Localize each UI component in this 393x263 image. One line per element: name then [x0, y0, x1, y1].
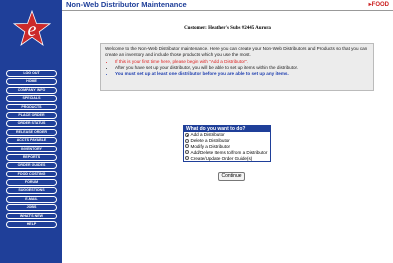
nav-menu: LOG OUT HOME COMPANY INFO SPECIALS PRODU…	[6, 70, 57, 229]
radio-add-delete-items[interactable]	[185, 150, 189, 155]
option-order-guides[interactable]: Create/Update Order Guide(s)	[184, 155, 270, 161]
brand-logo: ▸FOOD	[368, 2, 389, 8]
option-add-delete-items[interactable]: Add/Delete Items to/from a Distributor	[184, 149, 270, 155]
nav-item-release-order[interactable]: RELEASE ORDER	[6, 128, 57, 136]
option-label: Delete a Distributor	[190, 138, 230, 144]
nav-item-company-info[interactable]: COMPANY INFO	[6, 86, 57, 94]
nav-item-email[interactable]: E-MAIL	[6, 195, 57, 203]
sidebar: e LOG OUT HOME COMPANY INFO SPECIALS PRO…	[0, 0, 62, 263]
info-intro: Welcome to the Non-Web Distributor maint…	[105, 46, 368, 57]
option-label: Add a Distributor	[190, 132, 225, 138]
nav-item-home[interactable]: HOME	[6, 78, 57, 86]
info-box: Welcome to the Non-Web Distributor maint…	[100, 43, 374, 91]
continue-button[interactable]: Continue	[218, 172, 245, 181]
nav-item-specials[interactable]: SPECIALS	[6, 95, 57, 102]
nav-item-reports[interactable]: REPORTS	[6, 153, 57, 161]
option-label: Modify a Distributor	[190, 143, 231, 149]
nav-item-accts-payable[interactable]: ACCTS PAYABLE	[6, 137, 57, 144]
nav-item-place-order[interactable]: PLACE ORDER	[6, 111, 57, 119]
nav-item-food-costing[interactable]: FOOD COSTING	[6, 170, 57, 178]
nav-item-order-guides[interactable]: ORDER GUIDES	[6, 162, 57, 170]
title-bar: Non-Web Distributor Maintenance ▸FOOD	[62, 0, 393, 11]
customer-name: Customer: Heather's Subs #2445 Aurora	[184, 26, 271, 31]
nav-item-jobs[interactable]: JOBS	[6, 204, 57, 212]
brand-text: FOOD	[371, 2, 389, 8]
page-title: Non-Web Distributor Maintenance	[66, 0, 187, 9]
radio-order-guides[interactable]	[185, 156, 189, 161]
radio-modify-distributor[interactable]	[185, 144, 189, 149]
info-bullet-requirement: You must set up at least one distributor…	[115, 71, 369, 77]
option-label: Create/Update Order Guide(s)	[190, 155, 253, 161]
radio-delete-distributor[interactable]	[185, 138, 189, 143]
option-label: Add/Delete Items to/from a Distributor	[190, 149, 268, 155]
info-bullets: If this is your first time here, please …	[105, 59, 369, 77]
nav-item-inventory[interactable]: INVENTORY	[6, 145, 57, 153]
nav-item-products[interactable]: PRODUCTS	[6, 103, 57, 111]
radio-add-distributor[interactable]	[185, 132, 189, 137]
action-chooser: What do you want to do? Add a Distributo…	[183, 125, 271, 162]
nav-item-whats-new[interactable]: WHAT'S NEW	[6, 212, 57, 220]
nav-item-help[interactable]: HELP	[6, 221, 57, 228]
nav-item-order-status[interactable]: ORDER STATUS	[6, 120, 57, 128]
nav-item-log-out[interactable]: LOG OUT	[6, 70, 57, 77]
nav-item-forum[interactable]: FORUM	[6, 179, 57, 186]
nav-item-suggestions[interactable]: SUGGESTIONS	[6, 187, 57, 195]
svg-text:e: e	[28, 19, 37, 41]
logo-star-icon: e	[13, 10, 51, 48]
